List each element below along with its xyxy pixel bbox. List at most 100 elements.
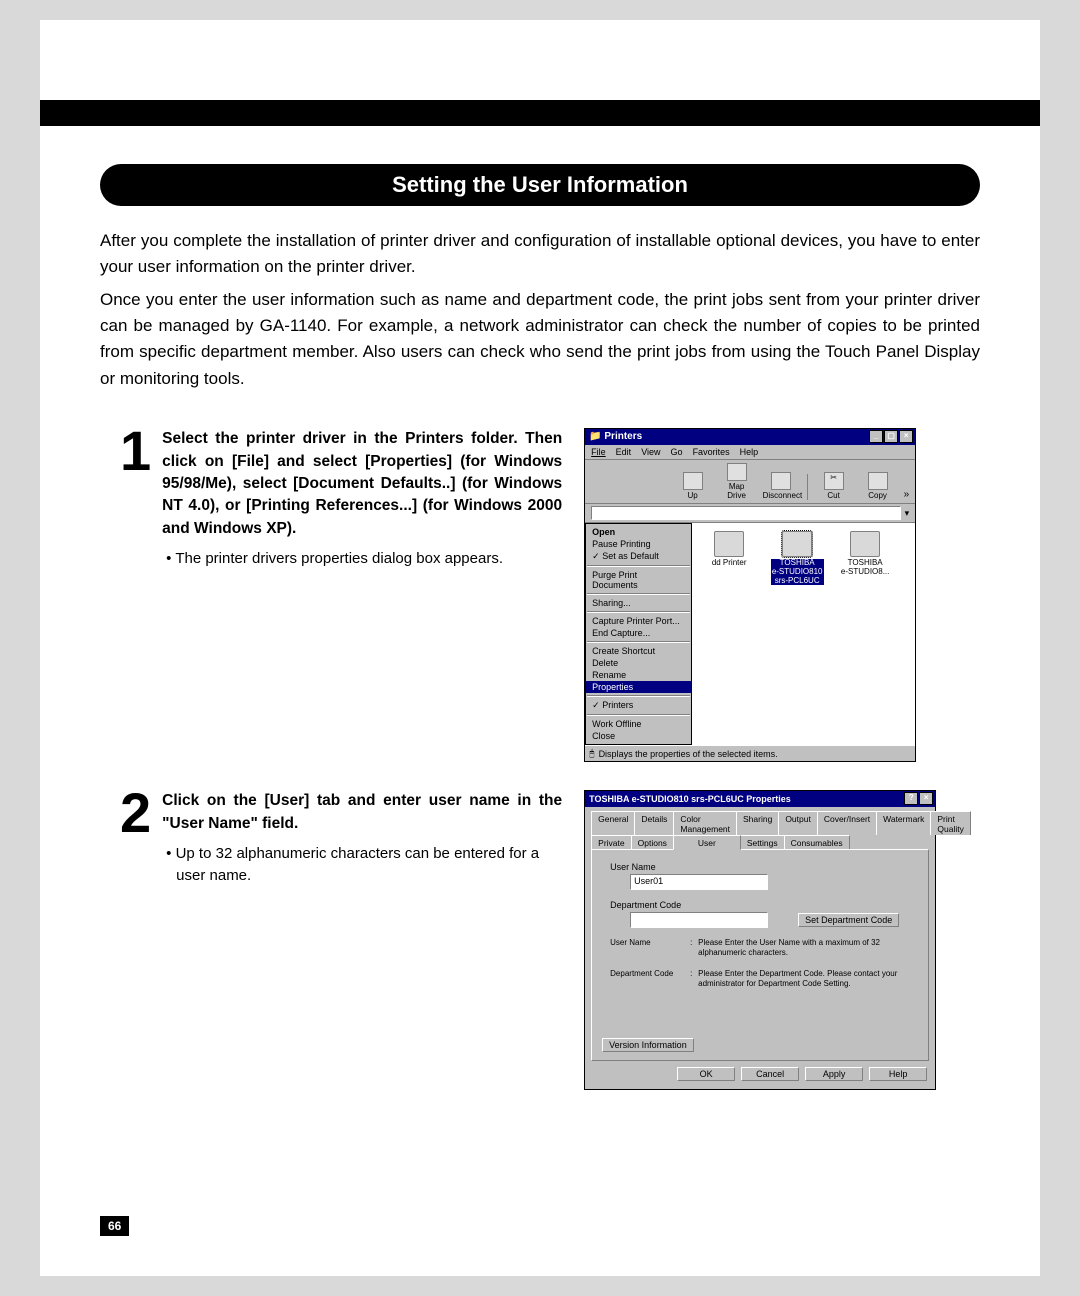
printer-wizard-icon — [714, 531, 744, 557]
intro-text: After you complete the installation of p… — [100, 228, 980, 392]
step-2: 2 Click on the [User] tab and enter user… — [120, 790, 980, 1090]
intro-paragraph-1: After you complete the installation of p… — [100, 228, 980, 281]
printers-body: Open Pause Printing Set as Default Purge… — [585, 523, 915, 745]
step-1-number: 1 — [120, 426, 148, 476]
status-icon: 🖰 — [589, 748, 594, 759]
minimize-button[interactable]: _ — [869, 430, 883, 443]
tab-options[interactable]: Options — [631, 835, 674, 849]
address-bar: ▾ — [585, 504, 915, 523]
document-page: Setting the User Information After you c… — [40, 20, 1040, 1276]
menu-item-pause[interactable]: Pause Printing — [586, 538, 691, 550]
set-department-code-button[interactable]: Set Department Code — [798, 913, 899, 927]
tab-private[interactable]: Private — [591, 835, 631, 849]
version-information-button[interactable]: Version Information — [602, 1038, 694, 1052]
tab-cover-insert[interactable]: Cover/Insert — [817, 811, 877, 835]
tab-consumables[interactable]: Consumables — [784, 835, 850, 849]
statusbar: 🖰 Displays the properties of the selecte… — [585, 745, 915, 761]
step-1-text: Select the printer driver in the Printer… — [162, 428, 562, 570]
menu-item-purge[interactable]: Purge Print Documents — [586, 569, 691, 591]
window-buttons: _ ▢ × — [869, 430, 913, 443]
printer-icon — [850, 531, 880, 557]
toolbar: Up Map Drive Disconnect ✂Cut Copy » — [585, 460, 915, 504]
step-1-figure: 📁 Printers _ ▢ × File Edit View Go — [584, 428, 916, 762]
dept-code-label: Department Code — [610, 900, 918, 910]
menu-item-set-default[interactable]: Set as Default — [586, 550, 691, 563]
dept-code-row: Department Code Set Department Code — [610, 900, 918, 928]
menu-item-open[interactable]: Open — [586, 526, 691, 538]
step-1-title: Select the printer driver in the Printer… — [162, 428, 562, 540]
tab-details[interactable]: Details — [634, 811, 674, 835]
address-input[interactable] — [591, 506, 900, 520]
add-printer-icon[interactable]: dd Printer — [700, 531, 758, 568]
help-titlebar-button[interactable]: ? — [904, 792, 918, 805]
tool-disconnect[interactable]: Disconnect — [763, 472, 799, 500]
section-title: Setting the User Information — [100, 164, 980, 206]
help-button[interactable]: Help — [869, 1067, 927, 1081]
tab-settings[interactable]: Settings — [740, 835, 785, 849]
tab-print-quality[interactable]: Print Quality — [930, 811, 970, 835]
printer-toshiba-other[interactable]: TOSHIBAe-STUDIO8... — [836, 531, 894, 577]
printer-toshiba-selected[interactable]: TOSHIBAe-STUDIO810srs-PCL6UC — [768, 531, 826, 585]
menu-item-close[interactable]: Close — [586, 730, 691, 742]
menu-item-sharing[interactable]: Sharing... — [586, 597, 691, 609]
menu-item-shortcut[interactable]: Create Shortcut — [586, 645, 691, 657]
menu-item-capture[interactable]: Capture Printer Port... — [586, 615, 691, 627]
tab-sharing[interactable]: Sharing — [736, 811, 779, 835]
printers-icon-area: dd Printer TOSHIBAe-STUDIO810srs-PCL6UC … — [692, 523, 915, 745]
step-2-number: 2 — [120, 788, 148, 838]
hint-dept-label: Department Code — [610, 969, 690, 990]
map-drive-icon — [727, 463, 747, 481]
tool-copy[interactable]: Copy — [860, 472, 896, 500]
menu-item-properties[interactable]: Properties — [586, 681, 691, 693]
status-text: Displays the properties of the selected … — [599, 749, 778, 759]
close-button[interactable]: × — [899, 430, 913, 443]
hint-dept-code: Department Code : Please Enter the Depar… — [610, 969, 918, 990]
menu-item-work-offline[interactable]: Work Offline — [586, 718, 691, 730]
dialog-titlebar: TOSHIBA e-STUDIO810 srs-PCL6UC Propertie… — [585, 791, 935, 807]
hint-dept-text: Please Enter the Department Code. Please… — [698, 969, 918, 990]
menu-help[interactable]: Help — [740, 447, 759, 457]
top-black-bar — [40, 100, 1040, 126]
step-2-figure: TOSHIBA e-STUDIO810 srs-PCL6UC Propertie… — [584, 790, 936, 1090]
tab-general[interactable]: General — [591, 811, 635, 835]
menu-item-rename[interactable]: Rename — [586, 669, 691, 681]
hint-user-text: Please Enter the User Name with a maximu… — [698, 938, 918, 959]
dialog-button-row: OK Cancel Apply Help — [585, 1061, 935, 1089]
cut-icon: ✂ — [824, 472, 844, 490]
step-2-title: Click on the [User] tab and enter user n… — [162, 790, 562, 835]
menu-go[interactable]: Go — [671, 447, 683, 457]
step-2-bullet: Up to 32 alphanumeric characters can be … — [162, 843, 562, 887]
tab-color-management[interactable]: Color Management — [673, 811, 737, 835]
menu-view[interactable]: View — [641, 447, 660, 457]
menu-item-delete[interactable]: Delete — [586, 657, 691, 669]
maximize-button[interactable]: ▢ — [884, 430, 898, 443]
ok-button[interactable]: OK — [677, 1067, 735, 1081]
printers-window: 📁 Printers _ ▢ × File Edit View Go — [584, 428, 916, 762]
tool-up[interactable]: Up — [675, 472, 711, 500]
properties-dialog: TOSHIBA e-STUDIO810 srs-PCL6UC Propertie… — [584, 790, 936, 1090]
close-button[interactable]: × — [919, 792, 933, 805]
menu-file[interactable]: File — [591, 447, 606, 457]
file-dropdown-menu: Open Pause Printing Set as Default Purge… — [585, 523, 692, 745]
printers-title: 📁 Printers — [589, 431, 642, 442]
tab-output[interactable]: Output — [778, 811, 818, 835]
page-number-badge: 66 — [100, 1216, 129, 1236]
user-name-input[interactable]: User01 — [630, 874, 768, 890]
printers-titlebar: 📁 Printers _ ▢ × — [585, 429, 915, 445]
cancel-button[interactable]: Cancel — [741, 1067, 799, 1081]
menu-item-printers[interactable]: Printers — [586, 699, 691, 712]
tab-user[interactable]: User — [673, 835, 741, 850]
menu-favorites[interactable]: Favorites — [693, 447, 730, 457]
step-2-text: Click on the [User] tab and enter user n… — [162, 790, 562, 886]
tab-watermark[interactable]: Watermark — [876, 811, 931, 835]
tool-map-drive[interactable]: Map Drive — [719, 463, 755, 500]
tabs-row-2: Private Options User Settings Consumable… — [585, 835, 935, 849]
menu-item-end-capture[interactable]: End Capture... — [586, 627, 691, 639]
dept-code-input[interactable] — [630, 912, 768, 928]
tool-cut[interactable]: ✂Cut — [816, 472, 852, 500]
menubar: File Edit View Go Favorites Help — [585, 445, 915, 460]
step-1-bullet: The printer drivers properties dialog bo… — [162, 548, 562, 570]
apply-button[interactable]: Apply — [805, 1067, 863, 1081]
menu-edit[interactable]: Edit — [616, 447, 632, 457]
address-dropdown[interactable]: ▾ — [905, 508, 910, 519]
